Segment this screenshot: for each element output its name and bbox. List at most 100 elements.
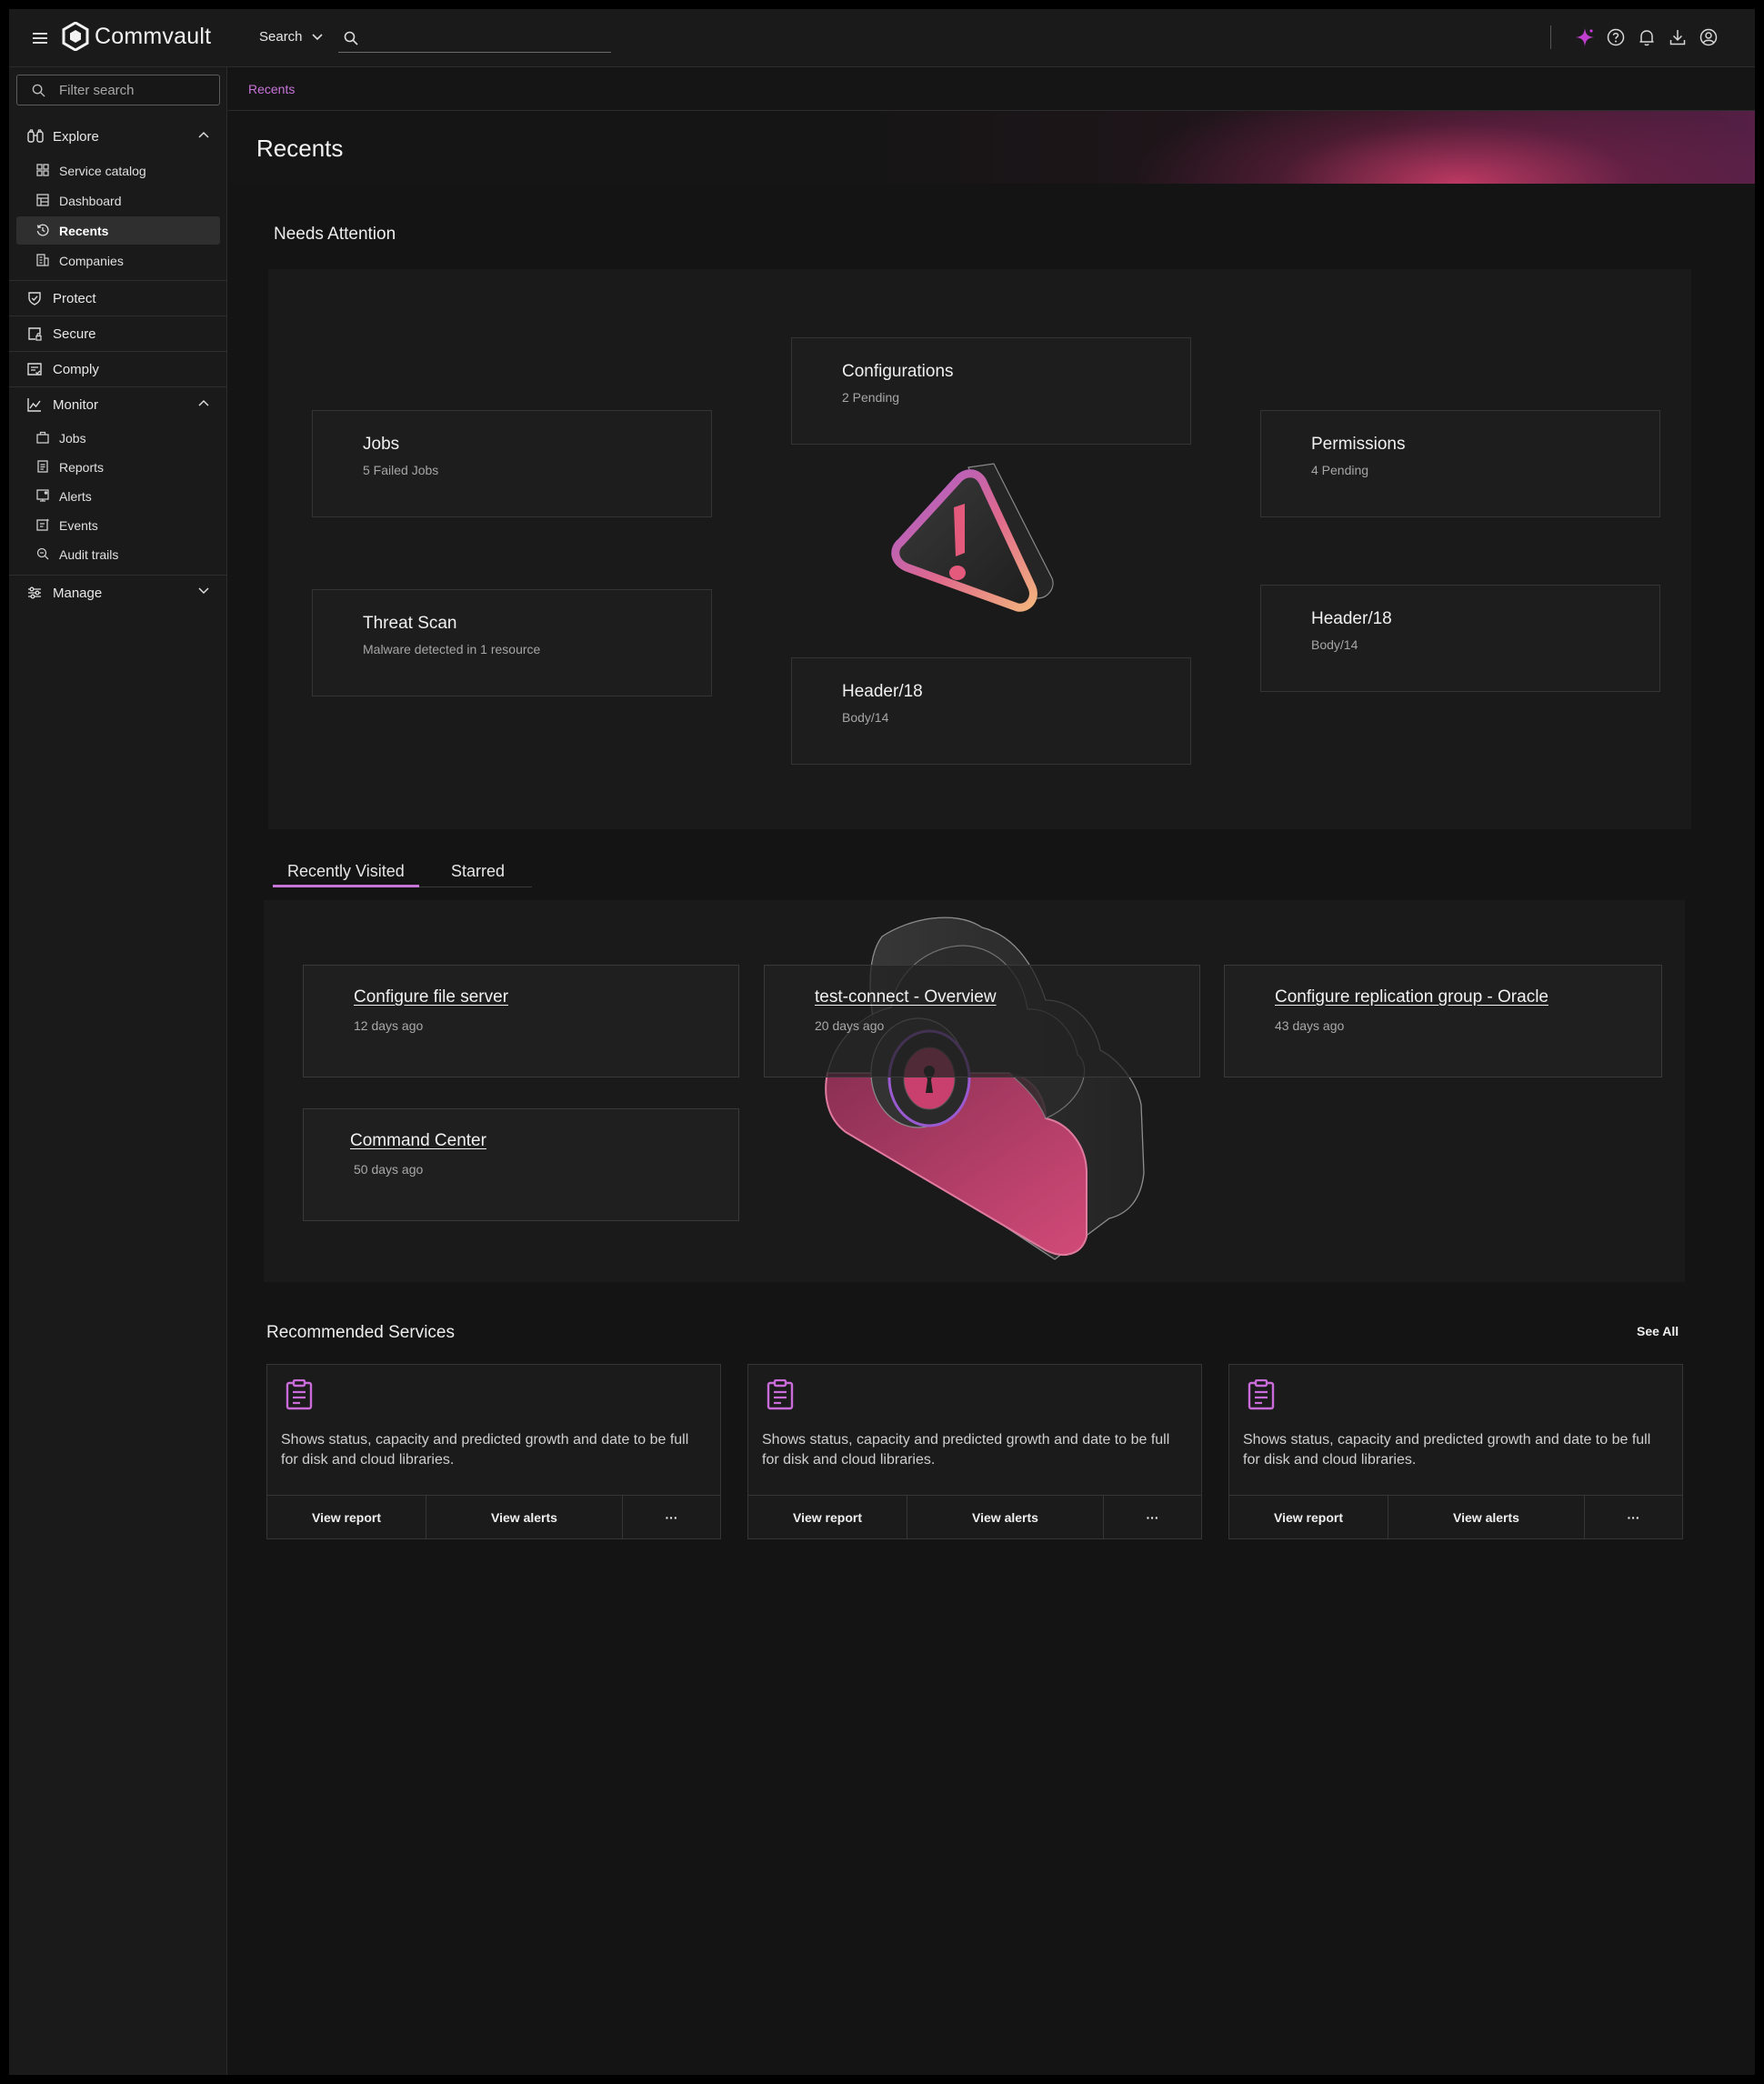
more-actions-button[interactable]: ··· <box>1584 1496 1682 1538</box>
tab-starred[interactable]: Starred <box>451 862 505 881</box>
attention-card-title: Header/18 <box>842 682 923 701</box>
service-card: Shows status, capacity and predicted gro… <box>266 1364 721 1539</box>
view-alerts-button[interactable]: View alerts <box>1388 1496 1584 1538</box>
sidebar-item-label: Dashboard <box>59 194 122 208</box>
sidebar-item-events[interactable]: Events <box>16 511 220 539</box>
tab-recently-visited[interactable]: Recently Visited <box>273 862 419 887</box>
recent-item-link[interactable]: Configure file server <box>354 987 508 1007</box>
app-window: Commvault Search Filter search Explore S… <box>9 9 1755 2075</box>
attention-card-placeholder-right[interactable]: Header/18 Body/14 <box>1260 585 1660 692</box>
attention-card-placeholder-center[interactable]: Header/18 Body/14 <box>791 657 1191 765</box>
attention-card-threat-scan[interactable]: Threat Scan Malware detected in 1 resour… <box>312 589 712 696</box>
nav-manage[interactable]: Manage <box>9 576 227 609</box>
header-gradient-decoration <box>827 111 1755 184</box>
audit-icon <box>36 547 49 560</box>
chart-line-icon <box>27 398 41 412</box>
sidebar-item-label: Service catalog <box>59 164 146 178</box>
search-icon <box>344 31 358 45</box>
nav-comply[interactable]: Comply <box>9 353 227 386</box>
nav-protect-label: Protect <box>53 291 96 306</box>
breadcrumb-bar: Recents <box>228 67 1755 111</box>
recents-tabs: Recently Visited Starred <box>273 855 532 887</box>
view-alerts-button[interactable]: View alerts <box>426 1496 622 1538</box>
help-icon[interactable] <box>1606 27 1626 47</box>
hamburger-menu-icon[interactable] <box>29 27 51 49</box>
sidebar-item-alerts[interactable]: Alerts <box>16 482 220 510</box>
nav-secure-label: Secure <box>53 326 96 342</box>
grid-icon <box>36 164 49 176</box>
chevron-up-icon <box>198 399 209 406</box>
nav-monitor[interactable]: Monitor <box>9 388 227 421</box>
filter-search-input[interactable] <box>59 81 214 99</box>
sidebar-item-service-catalog[interactable]: Service catalog <box>16 156 220 185</box>
clipboard-report-icon <box>767 1379 794 1410</box>
service-actions: View report View alerts ··· <box>748 1495 1201 1538</box>
sidebar-item-audit-trails[interactable]: Audit trails <box>16 540 220 568</box>
sidebar: Explore Service catalog Dashboard Recent… <box>9 67 227 2075</box>
more-actions-button[interactable]: ··· <box>622 1496 720 1538</box>
see-all-link[interactable]: See All <box>1637 1324 1679 1338</box>
service-description: Shows status, capacity and predicted gro… <box>762 1432 1170 1468</box>
attention-card-title: Permissions <box>1311 435 1406 454</box>
sidebar-item-label: Events <box>59 518 98 533</box>
view-report-button[interactable]: View report <box>1229 1496 1388 1538</box>
brand-name: Commvault <box>95 23 212 49</box>
view-alerts-button[interactable]: View alerts <box>907 1496 1103 1538</box>
bell-icon[interactable] <box>1637 27 1657 47</box>
commvault-logo[interactable]: Commvault <box>62 22 211 51</box>
attention-card-permissions[interactable]: Permissions 4 Pending <box>1260 410 1660 517</box>
more-actions-button[interactable]: ··· <box>1103 1496 1201 1538</box>
recent-item-time: 50 days ago <box>354 1162 424 1177</box>
attention-card-jobs[interactable]: Jobs 5 Failed Jobs <box>312 410 712 517</box>
view-report-button[interactable]: View report <box>748 1496 907 1538</box>
recommended-services-title: Recommended Services <box>266 1323 455 1342</box>
recent-item-link[interactable]: Configure replication group - Oracle <box>1275 987 1549 1007</box>
recent-item-link[interactable]: Command Center <box>350 1131 486 1151</box>
warning-triangle-icon <box>891 463 1054 612</box>
service-card: Shows status, capacity and predicted gro… <box>1228 1364 1683 1539</box>
user-icon[interactable] <box>1699 27 1719 47</box>
divider <box>9 280 227 281</box>
recent-item-command-center[interactable]: Command Center 50 days ago <box>303 1108 739 1221</box>
nav-protect[interactable]: Protect <box>9 282 227 315</box>
sidebar-item-jobs[interactable]: Jobs <box>16 424 220 452</box>
sidebar-item-recents[interactable]: Recents <box>16 216 220 245</box>
search-scope-dropdown[interactable]: Search <box>259 29 323 45</box>
sidebar-item-dashboard[interactable]: Dashboard <box>16 186 220 215</box>
attention-card-configurations[interactable]: Configurations 2 Pending <box>791 337 1191 445</box>
sliders-icon <box>28 586 41 599</box>
shield-check-icon <box>28 292 41 306</box>
nav-monitor-label: Monitor <box>53 397 99 413</box>
secure-lock-icon <box>28 327 42 341</box>
chevron-up-icon <box>198 131 209 138</box>
sidebar-item-reports[interactable]: Reports <box>16 453 220 481</box>
page-header: Recents <box>228 111 1755 184</box>
sidebar-item-companies[interactable]: Companies <box>16 246 220 275</box>
alert-icon <box>36 489 49 502</box>
nav-secure[interactable]: Secure <box>9 317 227 350</box>
recent-item-time: 43 days ago <box>1275 1018 1345 1033</box>
top-bar: Commvault Search <box>9 9 1755 67</box>
ai-sparkle-icon[interactable] <box>1575 27 1595 47</box>
recent-item-test-connect-overview[interactable]: test-connect - Overview 20 days ago <box>764 965 1200 1077</box>
history-icon <box>36 224 49 236</box>
breadcrumb-recents[interactable]: Recents <box>248 82 295 96</box>
global-search-input[interactable] <box>366 27 602 49</box>
filter-search <box>16 75 220 105</box>
recent-item-link[interactable]: test-connect - Overview <box>815 987 997 1007</box>
briefcase-icon <box>36 431 49 444</box>
sidebar-item-label: Recents <box>59 224 109 238</box>
sidebar-item-label: Companies <box>59 254 124 268</box>
nav-explore[interactable]: Explore <box>9 120 227 153</box>
recent-item-configure-replication-group-oracle[interactable]: Configure replication group - Oracle 43 … <box>1224 965 1662 1077</box>
attention-card-title: Threat Scan <box>363 614 457 633</box>
view-report-button[interactable]: View report <box>267 1496 426 1538</box>
nav-comply-label: Comply <box>53 362 99 377</box>
attention-card-title: Configurations <box>842 362 954 381</box>
attention-card-subtitle: 2 Pending <box>842 390 900 405</box>
recent-item-configure-file-server[interactable]: Configure file server 12 days ago <box>303 965 739 1077</box>
download-icon[interactable] <box>1668 27 1688 47</box>
recently-visited-panel: Configure file server 12 days ago test-c… <box>264 900 1685 1282</box>
top-actions-divider <box>1550 25 1551 49</box>
needs-attention-title: Needs Attention <box>274 225 396 244</box>
